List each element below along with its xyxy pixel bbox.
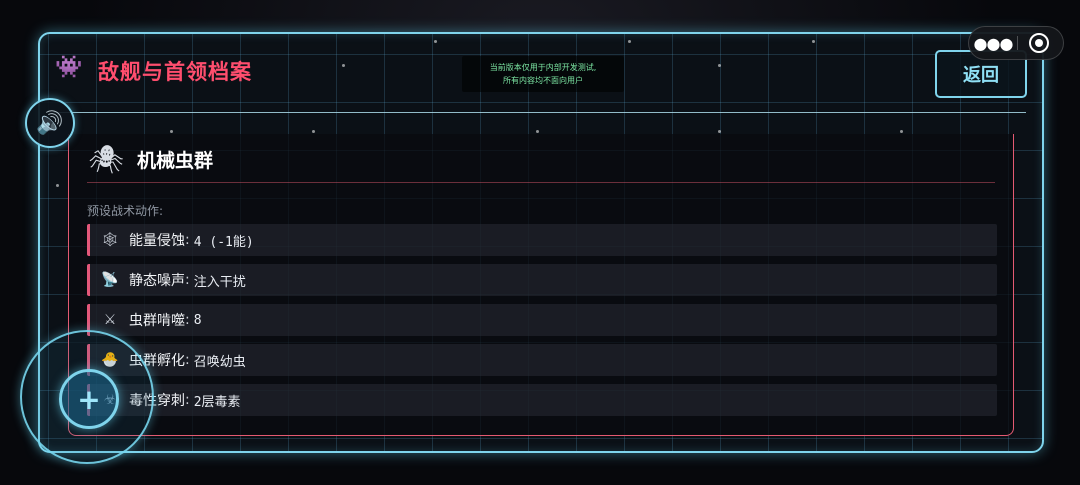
move-name: 静态噪声: [129, 273, 185, 289]
move-separator: :: [185, 272, 190, 288]
move-name: 能量侵蚀: [129, 233, 185, 249]
move-separator: :: [185, 312, 190, 328]
section-label: 预设战术动作:: [87, 204, 164, 218]
move-item[interactable]: ☣ 毒性穿刺 : 2层毒素: [87, 384, 997, 416]
move-item[interactable]: 📡 静态噪声 : 注入干扰: [87, 264, 997, 296]
dev-notice-line: 所有内容均不面向用户: [503, 76, 583, 85]
enemy-card-header: 🕷 机械虫群: [88, 142, 214, 176]
move-separator: :: [185, 232, 190, 248]
space-invader-icon: 👾: [55, 54, 83, 80]
star-dot: [170, 130, 173, 133]
star-dot: [536, 130, 539, 133]
move-item[interactable]: 🐣 虫群孵化 : 召唤幼虫: [87, 344, 997, 376]
move-value: 注入干扰: [193, 274, 246, 290]
dev-notice: 当前版本仅用于内部开发测试, 所有内容均不面向用户: [462, 56, 624, 92]
move-value: 8: [193, 312, 202, 328]
mini-program-capsule: ●●●: [968, 26, 1064, 60]
move-value: 2层毒素: [193, 394, 241, 410]
star-dot: [718, 64, 721, 67]
move-item[interactable]: ⚔ 虫群啃噬 : 8: [87, 304, 997, 336]
star-dot: [900, 130, 903, 133]
sound-toggle-button[interactable]: 🔊: [25, 98, 75, 148]
move-item[interactable]: 🕸 能量侵蚀 : 4 (-1能): [87, 224, 997, 256]
enemy-card: 🕷 机械虫群 预设战术动作: 🕸 能量侵蚀 : 4 (-1能) 📡 静态噪声 :…: [68, 134, 1014, 436]
card-divider: [87, 182, 995, 183]
more-dots-icon[interactable]: ●●●: [969, 27, 1017, 59]
capsule-divider: [1017, 36, 1018, 50]
star-dot: [56, 184, 59, 187]
star-dot: [342, 64, 345, 67]
plus-icon: +: [77, 382, 101, 416]
crossed-swords-icon: ⚔: [103, 312, 117, 328]
star-dot: [434, 40, 437, 43]
star-dot: [628, 40, 631, 43]
tactical-moves-list: 🕸 能量侵蚀 : 4 (-1能) 📡 静态噪声 : 注入干扰 ⚔ 虫群啃噬 : …: [87, 224, 997, 424]
star-dot: [312, 130, 315, 133]
spider-web-icon: 🕸: [101, 232, 119, 248]
target-circle-icon[interactable]: [1029, 33, 1049, 53]
spider-icon: 🕷: [88, 142, 124, 176]
move-separator: :: [185, 392, 190, 408]
move-separator: :: [185, 352, 190, 368]
joystick-knob[interactable]: +: [59, 369, 119, 429]
archive-panel: 👾 敌舰与首领档案 当前版本仅用于内部开发测试, 所有内容均不面向用户 返回 🕷…: [38, 32, 1044, 453]
satellite-dish-icon: 📡: [101, 272, 119, 288]
virtual-joystick[interactable]: +: [20, 330, 154, 464]
page-title: 敌舰与首领档案: [98, 60, 252, 84]
star-dot: [812, 40, 815, 43]
move-value: 4 (-1能): [193, 234, 254, 250]
move-value: 召唤幼虫: [193, 354, 246, 370]
move-name: 虫群啃噬: [129, 313, 185, 329]
header-divider: [54, 112, 1026, 113]
dev-notice-line: 当前版本仅用于内部开发测试,: [489, 63, 597, 72]
enemy-name: 机械虫群: [137, 149, 214, 172]
speaker-icon: 🔊: [36, 110, 64, 136]
star-dot: [718, 130, 721, 133]
